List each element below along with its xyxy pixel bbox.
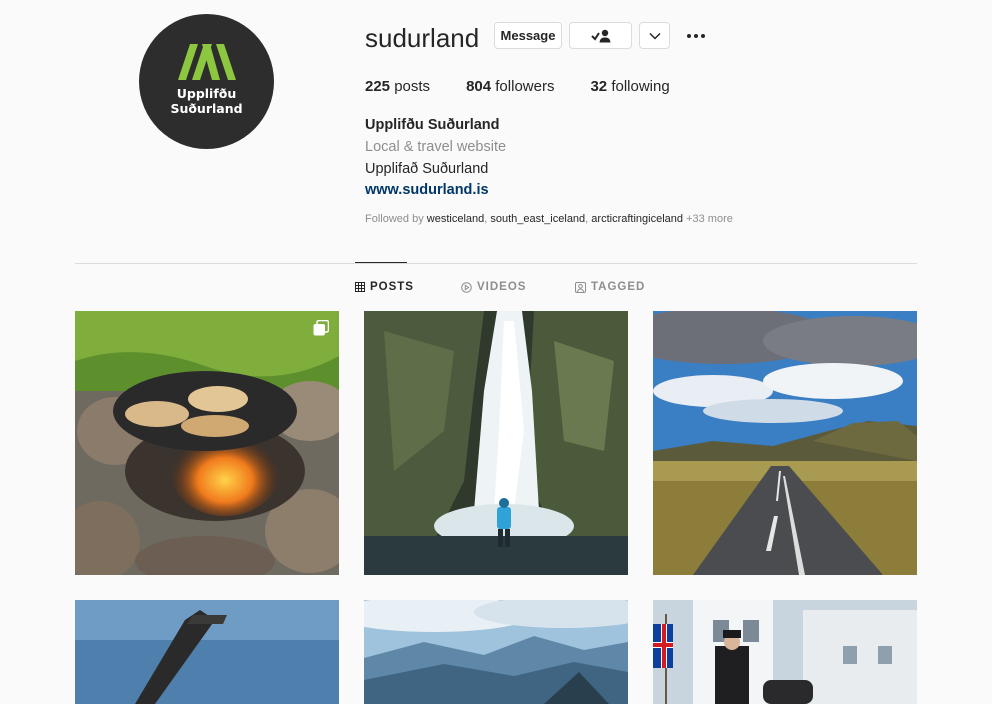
post-image-waterfall [364, 311, 628, 575]
followed-by-more[interactable]: +33 more [686, 213, 733, 225]
post-image-road [653, 311, 917, 575]
post-tile[interactable] [653, 311, 917, 575]
post-image-horse-rider [653, 600, 917, 704]
stat-followers-label: followers [495, 78, 555, 95]
multiple-photos-icon [313, 320, 329, 336]
post-image-mountains [364, 600, 628, 704]
tab-posts[interactable]: POSTS [355, 281, 414, 293]
followed-by-account[interactable]: south_east_iceland [490, 213, 585, 225]
post-tile[interactable] [364, 311, 628, 575]
post-tile[interactable] [364, 600, 628, 704]
tab-videos[interactable]: VIDEOS [461, 281, 526, 293]
post-tile[interactable] [653, 600, 917, 704]
more-dot [687, 34, 691, 38]
post-image-sculpture [75, 600, 339, 704]
followed-by-prefix: Followed by [365, 213, 424, 225]
tab-videos-label: VIDEOS [477, 281, 527, 293]
stat-posts-count: 225 [365, 78, 391, 95]
stat-followers-count: 804 [466, 78, 492, 95]
more-options-button[interactable] [684, 26, 708, 46]
person-check-icon [590, 29, 610, 42]
bio-category: Local & travel website [365, 139, 507, 155]
suggested-dropdown-button[interactable] [639, 22, 670, 49]
avatar-text-line2: Suðurland [170, 100, 243, 116]
profile-divider [75, 263, 917, 264]
avatar-logo-text: Upplifðu Suðurland [170, 86, 242, 116]
more-dot [701, 34, 705, 38]
tab-tagged[interactable]: TAGGED [575, 281, 645, 293]
bio-full-name: Upplifðu Suðurland [365, 117, 500, 133]
stat-following[interactable]: 32 following [590, 78, 669, 95]
profile-avatar[interactable]: Upplifðu Suðurland [139, 14, 274, 149]
brand-logo-icon [177, 43, 236, 80]
followed-by[interactable]: Followed by westiceland, south_east_icel… [365, 213, 733, 225]
profile-stats: 225 posts 804 followers 32 following [365, 78, 706, 95]
avatar-text-line1: Upplifðu [176, 85, 237, 101]
post-image-campfire [75, 311, 339, 575]
chevron-down-icon [648, 32, 661, 40]
bio-text: Upplifað Suðurland [365, 161, 489, 177]
profile-username: sudurland [365, 23, 480, 53]
stat-following-label: following [611, 78, 670, 95]
stat-following-count: 32 [590, 78, 608, 95]
play-icon [461, 281, 472, 293]
post-tile[interactable] [75, 311, 339, 575]
stat-followers[interactable]: 804 followers [466, 78, 554, 95]
message-button[interactable]: Message [494, 22, 562, 49]
tab-tagged-label: TAGGED [591, 281, 646, 293]
tab-posts-label: POSTS [370, 281, 414, 293]
more-dot [694, 34, 698, 38]
followed-by-account[interactable]: arcticraftingiceland [591, 213, 683, 225]
followed-by-account[interactable]: westiceland [427, 213, 484, 225]
following-button[interactable] [569, 22, 632, 49]
active-tab-indicator [355, 262, 407, 263]
bio-website-link[interactable]: www.sudurland.is [365, 182, 489, 198]
post-tile[interactable] [75, 600, 339, 704]
stat-posts-label: posts [394, 78, 431, 95]
tagged-icon [575, 281, 586, 293]
grid-icon [355, 282, 365, 292]
stat-posts: 225 posts [365, 78, 430, 95]
